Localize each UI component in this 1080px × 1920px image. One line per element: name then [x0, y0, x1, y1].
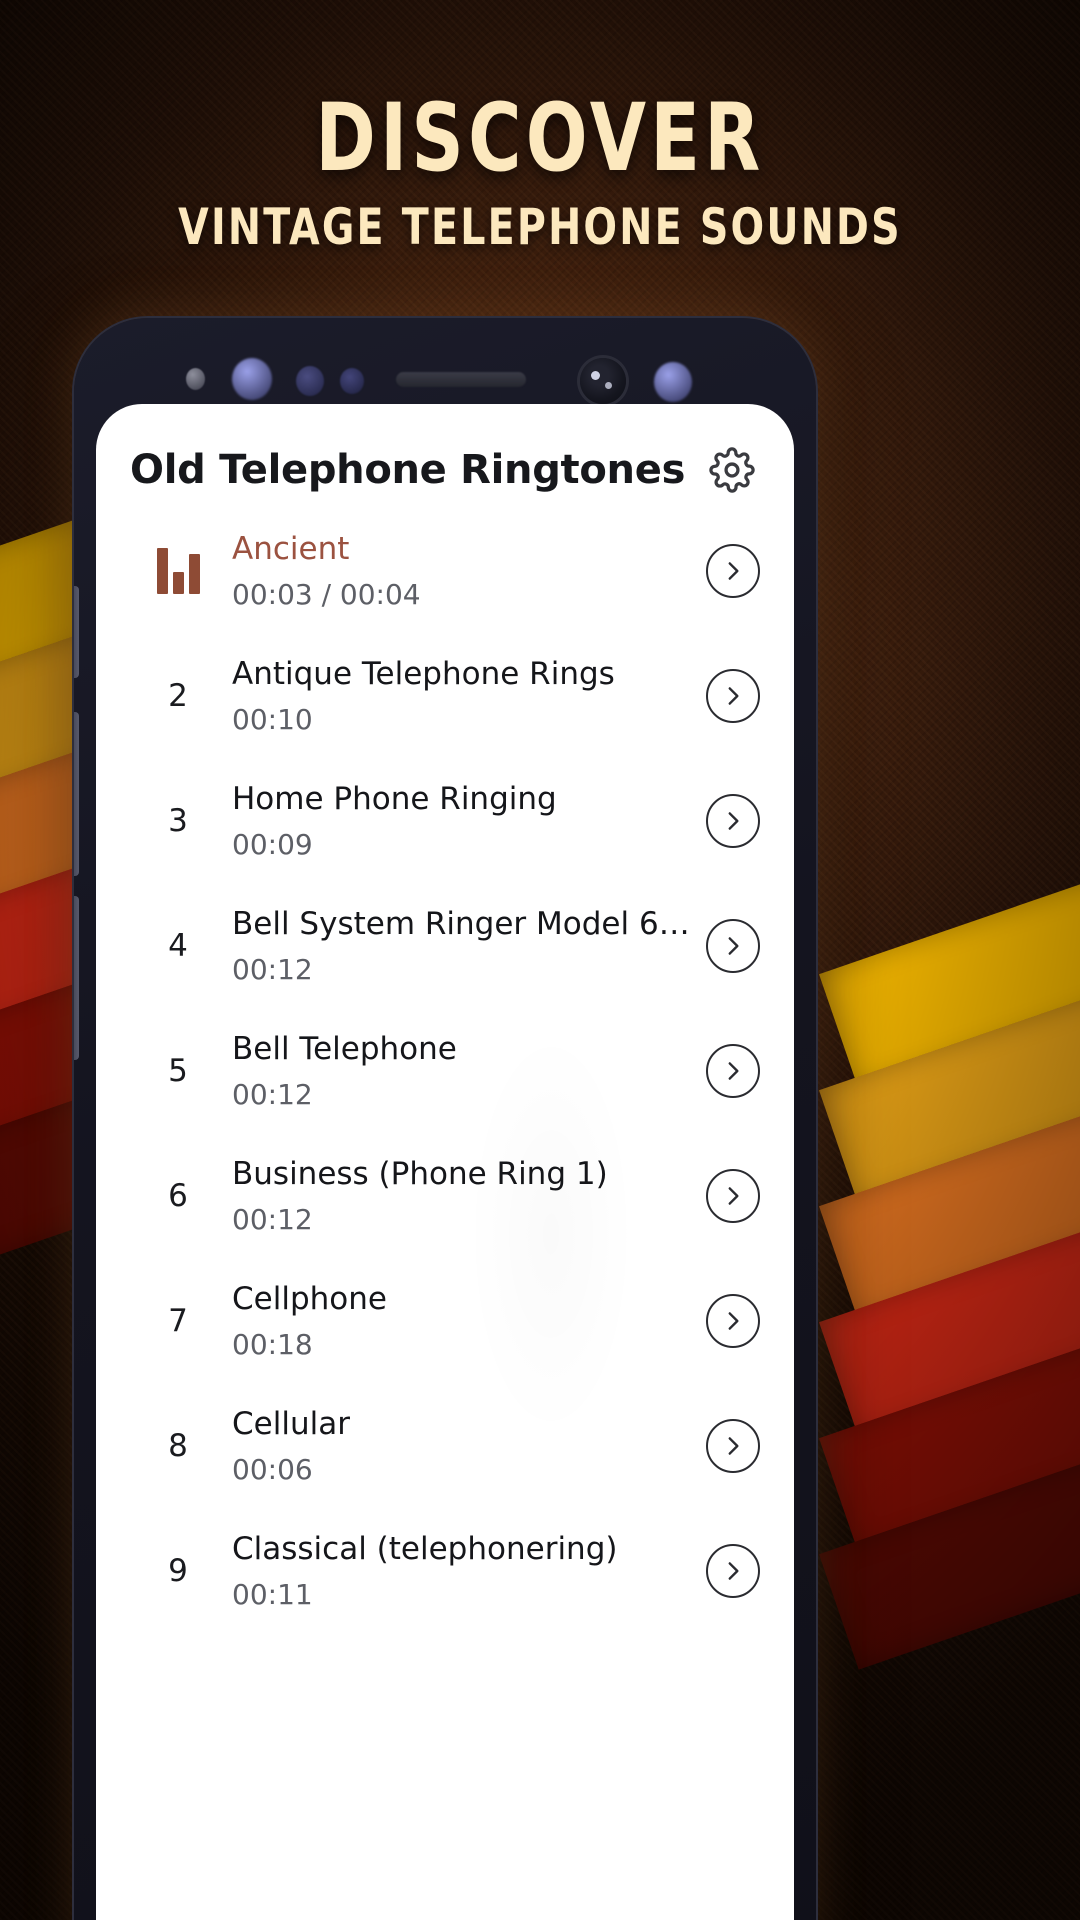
iris-sensor-icon	[340, 368, 364, 394]
list-item[interactable]: 3 Home Phone Ringing 00:09	[96, 758, 794, 883]
list-item-title: Home Phone Ringing	[232, 780, 557, 817]
proximity-sensor-icon	[186, 368, 205, 390]
chevron-right-icon[interactable]	[706, 1293, 760, 1348]
list-item-index: 5	[168, 1052, 188, 1089]
retro-stripe	[819, 1352, 1080, 1670]
list-item-title: Business (Phone Ring 1)	[232, 1155, 608, 1192]
iris-scanner-icon	[580, 358, 626, 404]
list-item-index: 4	[168, 927, 188, 964]
ringtone-list: Ancient 00:03 / 00:04 2 Antique Telephone R…	[96, 508, 794, 1633]
list-item-duration: 00:12	[232, 1202, 313, 1236]
chevron-right-icon[interactable]	[706, 543, 760, 598]
phone-side-button-middle	[74, 712, 79, 876]
promo-subtitle: VINTAGE TELEPHONE SOUNDS	[178, 198, 902, 256]
phone-side-button-top	[74, 586, 79, 678]
list-item-duration: 00:12	[232, 1077, 313, 1111]
list-item[interactable]: 6 Business (Phone Ring 1) 00:12	[96, 1133, 794, 1258]
chevron-right-icon[interactable]	[706, 918, 760, 973]
list-item[interactable]: 4 Bell System Ringer Model 687… 00:12	[96, 883, 794, 1008]
list-item[interactable]: 5 Bell Telephone 00:12	[96, 1008, 794, 1133]
chevron-right-icon[interactable]	[706, 1043, 760, 1098]
list-item-duration: 00:11	[232, 1577, 313, 1611]
promo-headline: DISCOVER VINTAGE TELEPHONE SOUNDS	[0, 84, 1080, 256]
earpiece-speaker	[396, 372, 526, 387]
list-item-index: 9	[168, 1552, 188, 1589]
retro-stripes-right	[819, 772, 1080, 1920]
page-title: Old Telephone Ringtones	[130, 447, 686, 493]
gear-icon[interactable]	[704, 442, 760, 498]
list-item-index: 6	[168, 1177, 188, 1214]
list-item-title: Classical (telephonering)	[232, 1530, 618, 1567]
list-item-duration: 00:12	[232, 952, 313, 986]
list-item-title: Bell System Ringer Model 687…	[232, 905, 706, 942]
app-header: Old Telephone Ringtones	[96, 404, 794, 508]
list-item-duration: 00:10	[232, 702, 313, 736]
chevron-right-icon[interactable]	[706, 1418, 760, 1473]
retro-stripe	[819, 1004, 1080, 1322]
list-item[interactable]: 8 Cellular 00:06	[96, 1383, 794, 1508]
list-item-duration: 00:09	[232, 827, 313, 861]
app-screen: Old Telephone Ringtones Ancient 00:03 / 0…	[96, 404, 794, 1920]
list-item-title: Cellular	[232, 1405, 350, 1442]
list-item-title: Antique Telephone Rings	[232, 655, 615, 692]
chevron-right-icon[interactable]	[706, 1543, 760, 1598]
promo-screenshot: DISCOVER VINTAGE TELEPHONE SOUNDS Old Te…	[0, 0, 1080, 1920]
light-sensor-icon	[296, 366, 324, 396]
list-item[interactable]: 2 Antique Telephone Rings 00:10	[96, 633, 794, 758]
list-item-index: 2	[168, 677, 188, 714]
list-item-title: Ancient	[232, 530, 350, 567]
phone-mockup: Old Telephone Ringtones Ancient 00:03 / 0…	[74, 318, 816, 1920]
list-item-index: 7	[168, 1302, 188, 1339]
retro-stripe	[819, 888, 1080, 1206]
list-item-duration: 00:06	[232, 1452, 313, 1486]
retro-stripe	[819, 1120, 1080, 1438]
phone-side-button-bottom	[74, 896, 79, 1060]
list-item[interactable]: 7 Cellphone 00:18	[96, 1258, 794, 1383]
list-item-title: Cellphone	[232, 1280, 387, 1317]
list-item-index: 8	[168, 1427, 188, 1464]
retro-stripe	[819, 1236, 1080, 1554]
phone-bezel-sensors	[74, 346, 816, 406]
list-item[interactable]: Ancient 00:03 / 00:04	[96, 508, 794, 633]
list-item-index: 3	[168, 802, 188, 839]
list-item-duration: 00:18	[232, 1327, 313, 1361]
list-item-duration: 00:03 / 00:04	[232, 577, 421, 611]
list-item[interactable]: 9 Classical (telephonering) 00:11	[96, 1508, 794, 1633]
front-camera-icon	[232, 358, 272, 400]
chevron-right-icon[interactable]	[706, 793, 760, 848]
list-item-title: Bell Telephone	[232, 1030, 457, 1067]
retro-stripe	[819, 772, 1080, 1090]
promo-title: DISCOVER	[315, 84, 765, 193]
secondary-camera-icon	[654, 362, 692, 402]
equalizer-icon	[156, 547, 200, 594]
chevron-right-icon[interactable]	[706, 1168, 760, 1223]
chevron-right-icon[interactable]	[706, 668, 760, 723]
